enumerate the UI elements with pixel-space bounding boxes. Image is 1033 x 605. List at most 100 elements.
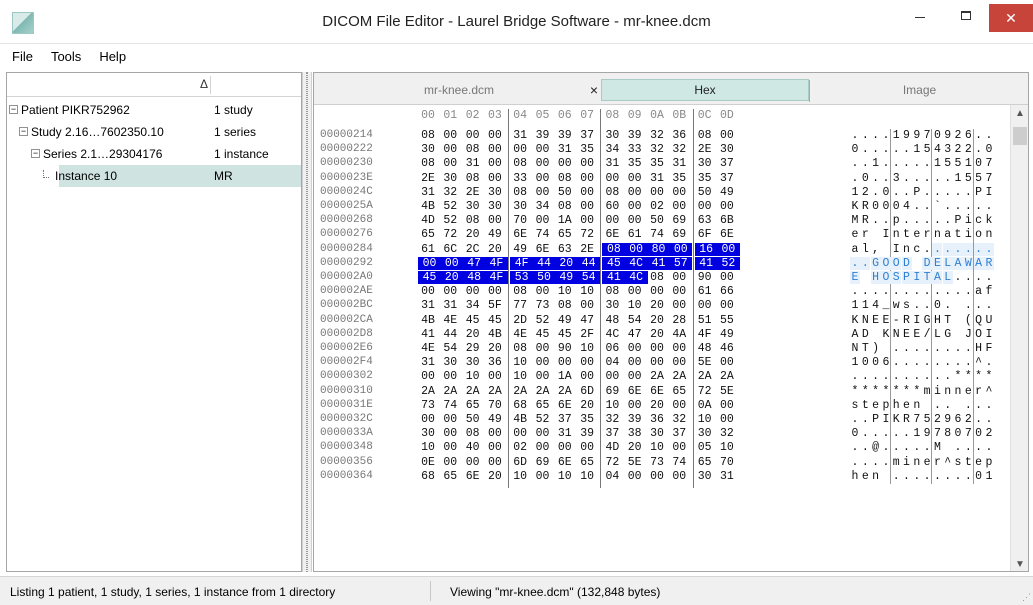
hex-byte[interactable]: 70 [717, 456, 737, 469]
hex-byte[interactable]: 30 [463, 356, 483, 369]
tree-row[interactable]: − Study 2.16…7602350.10 1 series [7, 121, 301, 143]
hex-byte[interactable]: 2E [418, 172, 438, 185]
tree-row[interactable]: − Patient PIKR752962 1 study [7, 99, 301, 121]
hex-byte[interactable]: 34 [533, 200, 553, 213]
hex-byte[interactable]: 00 [418, 256, 441, 270]
hex-byte[interactable]: 00 [485, 143, 505, 156]
hex-byte[interactable]: 44 [532, 256, 556, 270]
hex-byte[interactable]: 39 [555, 129, 575, 142]
hex-byte[interactable]: 10 [695, 413, 715, 426]
hex-byte[interactable]: 00 [625, 399, 645, 412]
hex-byte[interactable]: 69 [602, 385, 622, 398]
hex-byte[interactable]: 00 [533, 342, 553, 355]
hex-byte[interactable]: 49 [717, 186, 737, 199]
hex-byte[interactable]: 30 [440, 356, 460, 369]
hex-byte[interactable]: 00 [533, 172, 553, 185]
hex-byte[interactable]: 4F [484, 256, 508, 270]
hex-byte[interactable]: 57 [669, 256, 693, 270]
hex-byte[interactable]: 00 [625, 356, 645, 369]
hex-byte[interactable]: 00 [647, 356, 667, 369]
hex-byte[interactable]: 65 [418, 228, 438, 241]
hex-byte[interactable]: 37 [669, 427, 689, 440]
scroll-up-icon[interactable]: ▲ [1011, 105, 1028, 122]
hex-byte[interactable]: 37 [555, 413, 575, 426]
hex-byte[interactable]: 6E [533, 243, 553, 256]
hex-byte[interactable]: 32 [602, 413, 622, 426]
hex-byte[interactable]: 0E [418, 456, 438, 469]
hex-byte[interactable]: 00 [669, 299, 689, 312]
hex-byte[interactable]: 66 [717, 285, 737, 298]
hex-byte[interactable]: 2A [440, 385, 460, 398]
hex-byte[interactable]: 2A [695, 370, 715, 383]
hex-byte[interactable]: 00 [533, 186, 553, 199]
menu-file[interactable]: File [10, 49, 35, 64]
hex-byte[interactable]: 4D [602, 441, 622, 454]
hex-byte[interactable]: 90 [695, 271, 715, 284]
hex-byte[interactable]: 31 [418, 356, 438, 369]
hex-byte[interactable]: 10 [577, 342, 597, 355]
hex-byte[interactable]: 28 [669, 314, 689, 327]
hex-byte[interactable]: 00 [533, 157, 553, 170]
hex-byte[interactable]: 00 [625, 172, 645, 185]
hex-byte[interactable]: 00 [647, 285, 667, 298]
hex-byte[interactable]: 00 [418, 370, 438, 383]
hex-row[interactable]: 0000023E 2E 30 08 00 33 00 08 00 00 00 31 35 35 37. 0..… [314, 172, 1010, 186]
hex-byte[interactable]: 08 [602, 186, 622, 199]
hex-byte[interactable]: 2E [463, 186, 483, 199]
hex-byte[interactable]: 00 [695, 299, 715, 312]
hex-row[interactable]: 00000348 10 00 40 00 02 00 00 00 4D 20 10 00 05 10.. @.… [314, 441, 1010, 455]
hex-byte[interactable]: 4C [602, 328, 622, 341]
hex-byte[interactable]: 37 [602, 427, 622, 440]
hex-byte[interactable]: 50 [463, 413, 483, 426]
hex-byte[interactable]: 00 [625, 470, 645, 483]
hex-byte[interactable]: 00 [625, 370, 645, 383]
hex-byte[interactable]: 00 [669, 200, 689, 213]
hex-row[interactable]: 000002D8 41 44 20 4B 4E 45 45 2F 4C 47 20 4A 4F 49 A D K… [314, 328, 1010, 342]
hex-byte[interactable]: 00 [625, 186, 645, 199]
hex-byte[interactable]: 50 [532, 271, 556, 284]
hex-byte[interactable]: 29 [463, 342, 483, 355]
hex-byte[interactable]: 30 [440, 172, 460, 185]
hex-byte[interactable]: 74 [647, 228, 667, 241]
hex-byte[interactable]: 20 [647, 314, 667, 327]
hex-byte[interactable]: 41 [647, 256, 670, 270]
hex-byte[interactable]: 30 [717, 143, 737, 156]
hex-byte[interactable]: 45 [418, 271, 441, 284]
tree-column-header[interactable]: Δ [7, 73, 301, 97]
hex-byte[interactable]: 08 [695, 129, 715, 142]
hex-byte[interactable]: 00 [510, 143, 530, 156]
hex-byte[interactable]: 4F [510, 256, 534, 270]
hex-byte[interactable]: 08 [510, 342, 530, 355]
hex-byte[interactable]: 00 [440, 370, 460, 383]
hex-byte[interactable]: 02 [647, 200, 667, 213]
hex-byte[interactable]: 1A [555, 214, 575, 227]
hex-byte[interactable]: 35 [695, 172, 715, 185]
hex-byte[interactable]: 16 [694, 242, 718, 256]
hex-byte[interactable]: 08 [510, 285, 530, 298]
hex-byte[interactable]: 10 [555, 285, 575, 298]
hex-byte[interactable]: 20 [625, 441, 645, 454]
hex-byte[interactable]: 52 [533, 314, 553, 327]
hex-byte[interactable]: 5F [485, 299, 505, 312]
hex-byte[interactable]: 00 [602, 214, 622, 227]
hex-byte[interactable]: 61 [418, 243, 438, 256]
hex-byte[interactable]: 2A [485, 385, 505, 398]
hex-byte[interactable]: 5E [717, 385, 737, 398]
hex-byte[interactable]: 2E [695, 143, 715, 156]
hex-byte[interactable]: 2A [717, 370, 737, 383]
hex-byte[interactable]: 80 [647, 242, 670, 256]
hex-byte[interactable]: 00 [485, 370, 505, 383]
hex-byte[interactable]: 20 [647, 299, 667, 312]
hex-row[interactable]: 0000024C 31 32 2E 30 08 00 50 00 08 00 00 00 50 49 1 2. 0… [314, 186, 1010, 200]
hex-byte[interactable]: 08 [463, 214, 483, 227]
hex-byte[interactable]: 00 [669, 285, 689, 298]
hex-byte[interactable]: 53 [510, 271, 534, 284]
hex-row[interactable]: 00000214 08 00 00 00 31 39 39 37 30 39 32 36 08 00....… [314, 129, 1010, 143]
hex-byte[interactable]: 33 [510, 172, 530, 185]
hex-byte[interactable]: 2A [669, 370, 689, 383]
hex-byte[interactable]: 73 [647, 456, 667, 469]
hex-byte[interactable]: 69 [669, 214, 689, 227]
hex-byte[interactable]: 35 [625, 157, 645, 170]
hex-byte[interactable]: 05 [695, 441, 715, 454]
hex-byte[interactable]: 00 [533, 285, 553, 298]
